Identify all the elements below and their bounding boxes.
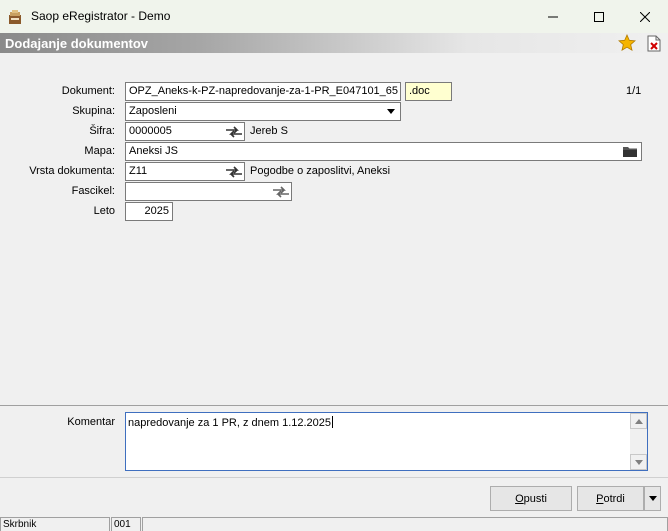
- maximize-icon: [594, 11, 604, 22]
- leto-label: Leto: [93, 205, 115, 217]
- sifra-label: Šifra:: [89, 125, 115, 137]
- dialog-title: Dodajanje dokumentov: [5, 36, 149, 51]
- folder-icon[interactable]: [622, 145, 638, 158]
- status-bar: Skrbnik 001: [0, 516, 668, 531]
- status-user: Skrbnik: [0, 517, 110, 531]
- vrsta-description: Pogodbe o zaposlitvi, Aneksi: [250, 165, 391, 177]
- close-button[interactable]: [622, 0, 668, 33]
- close-icon: [640, 11, 650, 22]
- chevron-down-icon: [648, 496, 657, 501]
- status-empty: [142, 517, 668, 531]
- scroll-down-button[interactable]: [630, 454, 647, 470]
- window-titlebar: Saop eRegistrator - Demo: [0, 0, 668, 33]
- swap-arrows-icon[interactable]: [272, 186, 290, 198]
- fascikel-label: Fascikel:: [71, 185, 115, 197]
- app-icon: [9, 10, 21, 24]
- cancel-button[interactable]: Opusti: [490, 486, 572, 511]
- document-delete-icon[interactable]: [646, 35, 662, 52]
- scroll-down-icon: [634, 459, 643, 465]
- leto-input[interactable]: 2025: [125, 202, 173, 221]
- skupina-value: Zaposleni: [129, 105, 177, 117]
- scroll-up-icon: [634, 418, 643, 424]
- comment-label: Komentar: [67, 416, 115, 428]
- dokument-input[interactable]: OPZ_Aneks-k-PZ-napredovanje-za-1-PR_E047…: [125, 82, 401, 101]
- confirm-button[interactable]: Potrdi: [577, 486, 644, 511]
- mapa-input[interactable]: Aneksi JS: [125, 142, 642, 161]
- chevron-down-icon[interactable]: [387, 109, 395, 114]
- skupina-label: Skupina:: [72, 105, 115, 117]
- vrsta-label: Vrsta dokumenta:: [29, 165, 115, 177]
- status-code: 001: [111, 517, 141, 531]
- comment-text: napredovanje za 1 PR, z dnem 1.12.2025: [128, 417, 332, 429]
- minimize-button[interactable]: [530, 0, 576, 33]
- comment-scrollbar[interactable]: [630, 413, 647, 470]
- star-icon[interactable]: [618, 34, 636, 52]
- dialog-header: Dodajanje dokumentov: [0, 33, 668, 53]
- confirm-options-button[interactable]: [644, 486, 661, 511]
- minimize-icon: [548, 16, 558, 17]
- swap-arrows-icon[interactable]: [225, 166, 243, 178]
- button-bar: Opusti Potrdi: [0, 477, 668, 516]
- document-form: Dokument: OPZ_Aneks-k-PZ-napredovanje-za…: [0, 53, 668, 405]
- dokument-label: Dokument:: [61, 85, 115, 97]
- dokument-extension-field: .doc: [405, 82, 452, 101]
- scroll-up-button[interactable]: [630, 413, 647, 429]
- sifra-description: Jereb S: [250, 125, 288, 137]
- dokument-counter: 1/1: [626, 85, 642, 97]
- confirm-button-label: Potrdi: [596, 492, 625, 505]
- fascikel-input[interactable]: [125, 182, 292, 201]
- comment-textarea[interactable]: napredovanje za 1 PR, z dnem 1.12.2025: [125, 412, 648, 471]
- skupina-select[interactable]: Zaposleni: [125, 102, 401, 121]
- mapa-label: Mapa:: [84, 145, 115, 157]
- cancel-button-label: Opusti: [515, 492, 547, 505]
- window-title: Saop eRegistrator - Demo: [31, 9, 171, 23]
- swap-arrows-icon[interactable]: [225, 126, 243, 138]
- comment-separator: [0, 405, 668, 406]
- maximize-button[interactable]: [576, 0, 622, 33]
